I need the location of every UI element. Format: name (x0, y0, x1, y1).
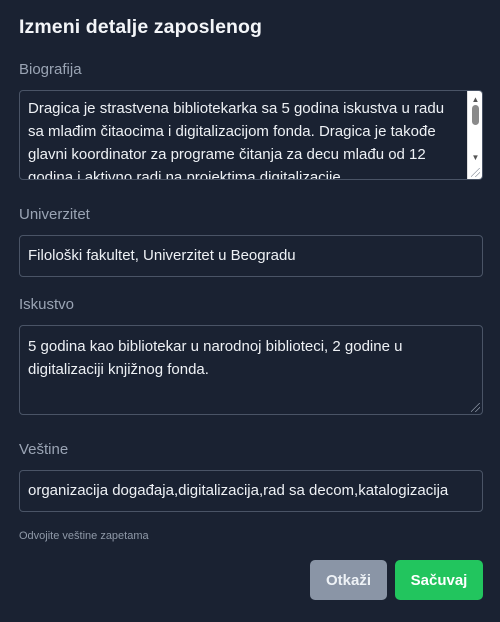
experience-text[interactable]: 5 godina kao bibliotekar u narodnoj bibl… (20, 326, 482, 381)
scroll-down-arrow-icon[interactable]: ▼ (468, 151, 482, 163)
experience-label: Iskustvo (19, 296, 75, 313)
experience-textarea[interactable]: 5 godina kao bibliotekar u narodnoj bibl… (19, 325, 483, 415)
bio-scrollbar[interactable]: ▲ ▼ (467, 91, 482, 179)
dialog-title: Izmeni detalje zaposlenog (19, 16, 263, 38)
resize-grip-icon[interactable] (471, 403, 480, 412)
bio-label: Biografija (19, 61, 82, 78)
edit-employee-dialog: Izmeni detalje zaposlenog Biografija Dra… (0, 0, 500, 622)
resize-grip-icon[interactable] (471, 168, 480, 177)
skills-label: Veštine (19, 441, 69, 458)
university-label: Univerzitet (19, 206, 90, 223)
bio-text[interactable]: Dragica je strastvena bibliotekarka sa 5… (20, 91, 482, 179)
university-input[interactable]: Filološki fakultet, Univerzitet u Beogra… (19, 235, 483, 277)
bio-textarea[interactable]: Dragica je strastvena bibliotekarka sa 5… (19, 90, 483, 180)
scroll-up-arrow-icon[interactable]: ▲ (468, 93, 482, 105)
scroll-thumb[interactable] (472, 105, 479, 125)
skills-value[interactable]: organizacija događaja,digitalizacija,rad… (20, 471, 482, 511)
university-value[interactable]: Filološki fakultet, Univerzitet u Beogra… (20, 236, 482, 276)
skills-input[interactable]: organizacija događaja,digitalizacija,rad… (19, 470, 483, 512)
skills-hint: Odvojite veštine zapetama (19, 530, 149, 542)
save-button[interactable]: Sačuvaj (395, 560, 483, 600)
cancel-button[interactable]: Otkaži (310, 560, 387, 600)
